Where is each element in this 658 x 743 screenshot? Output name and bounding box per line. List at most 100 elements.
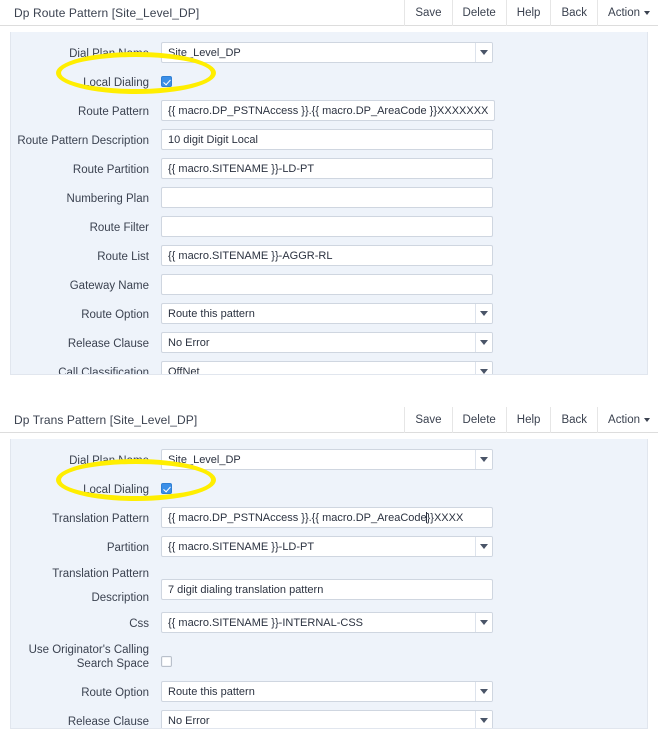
chevron-down-icon[interactable] bbox=[475, 613, 492, 632]
chevron-down-icon[interactable] bbox=[475, 537, 492, 556]
form-row-route-pattern: Route Pattern {{ macro.DP_PSTNAccess }}.… bbox=[11, 100, 647, 129]
form-row-numbering-plan: Numbering Plan bbox=[11, 187, 647, 216]
action-menu-label: Action bbox=[608, 7, 640, 19]
local-dialing-checkbox[interactable] bbox=[161, 76, 172, 87]
field-label: Dial Plan Name bbox=[11, 42, 161, 61]
field-value-after-cursor: }}XXXX bbox=[427, 512, 464, 524]
panel-actions: Save Delete Help Back Action bbox=[404, 0, 658, 26]
local-dialing-checkbox[interactable] bbox=[161, 483, 172, 494]
field-value: {{ macro.SITENAME }}-LD-PT bbox=[168, 163, 314, 175]
gateway-name-input[interactable] bbox=[161, 274, 493, 295]
field-label: Route Option bbox=[11, 303, 161, 322]
field-value: OffNet bbox=[168, 366, 200, 376]
field-label-line2: Description bbox=[11, 591, 149, 605]
chevron-down-icon[interactable] bbox=[475, 682, 492, 701]
field-label: Translation Pattern bbox=[11, 507, 161, 526]
field-value-before-cursor: {{ macro.DP_PSTNAccess }}.{{ macro.DP_Ar… bbox=[168, 512, 427, 524]
form-row-release-clause: Release Clause No Error bbox=[11, 332, 647, 361]
route-option-select[interactable]: Route this pattern bbox=[161, 303, 493, 324]
form-row-gateway-name: Gateway Name bbox=[11, 274, 647, 303]
back-button[interactable]: Back bbox=[550, 407, 597, 433]
form-row-release-clause: Release Clause No Error bbox=[11, 710, 647, 729]
save-button[interactable]: Save bbox=[404, 0, 451, 26]
partition-select[interactable]: {{ macro.SITENAME }}-LD-PT bbox=[161, 536, 493, 557]
panel-separator bbox=[0, 375, 658, 407]
panel-dp-route-pattern: Dp Route Pattern [Site_Level_DP] Save De… bbox=[0, 0, 658, 375]
field-value: No Error bbox=[168, 715, 210, 727]
chevron-down-icon[interactable] bbox=[475, 333, 492, 352]
field-value: Site_Level_DP bbox=[168, 454, 241, 466]
field-label: Local Dialing bbox=[11, 478, 161, 497]
field-label-line1: Translation Pattern bbox=[11, 567, 149, 581]
call-classification-select[interactable]: OffNet bbox=[161, 361, 493, 375]
help-button[interactable]: Help bbox=[506, 407, 551, 433]
release-clause-select[interactable]: No Error bbox=[161, 332, 493, 353]
field-label: Route Partition bbox=[11, 158, 161, 177]
route-option-select[interactable]: Route this pattern bbox=[161, 681, 493, 702]
chevron-down-icon[interactable] bbox=[475, 711, 492, 729]
chevron-down-icon[interactable] bbox=[475, 362, 492, 375]
form-row-translation-pattern-description: Translation Pattern Description 7 digit … bbox=[11, 565, 647, 612]
form-row-route-partition: Route Partition {{ macro.SITENAME }}-LD-… bbox=[11, 158, 647, 187]
chevron-down-icon[interactable] bbox=[475, 304, 492, 323]
form-row-route-option: Route Option Route this pattern bbox=[11, 303, 647, 332]
field-label: Route List bbox=[11, 245, 161, 264]
form-row-translation-pattern: Translation Pattern {{ macro.DP_PSTNAcce… bbox=[11, 507, 647, 536]
dial-plan-name-select[interactable]: Site_Level_DP bbox=[161, 42, 493, 63]
field-value: Route this pattern bbox=[168, 308, 255, 320]
field-label: Route Pattern Description bbox=[11, 129, 161, 148]
form-row-dial-plan-name: Dial Plan Name Site_Level_DP bbox=[11, 42, 647, 71]
form-row-route-list: Route List {{ macro.SITENAME }}-AGGR-RL bbox=[11, 245, 647, 274]
chevron-down-icon[interactable] bbox=[475, 43, 492, 62]
chevron-down-icon[interactable] bbox=[475, 450, 492, 469]
field-label: Release Clause bbox=[11, 332, 161, 351]
delete-button[interactable]: Delete bbox=[452, 407, 506, 433]
field-label: Translation Pattern Description bbox=[11, 565, 161, 605]
use-originators-calling-search-space-checkbox[interactable] bbox=[161, 656, 172, 667]
translation-pattern-input[interactable]: {{ macro.DP_PSTNAccess }}.{{ macro.DP_Ar… bbox=[161, 507, 493, 528]
route-pattern-input[interactable]: {{ macro.DP_PSTNAccess }}.{{ macro.DP_Ar… bbox=[161, 100, 495, 121]
route-pattern-description-input[interactable]: 10 digit Digit Local bbox=[161, 129, 493, 150]
help-button[interactable]: Help bbox=[506, 0, 551, 26]
panel-actions: Save Delete Help Back Action bbox=[404, 407, 658, 433]
field-label: Partition bbox=[11, 536, 161, 555]
field-value: Route this pattern bbox=[168, 686, 255, 698]
page-root: Dp Route Pattern [Site_Level_DP] Save De… bbox=[0, 0, 658, 743]
page-title: Dp Trans Pattern [Site_Level_DP] bbox=[14, 413, 197, 427]
field-value: Site_Level_DP bbox=[168, 47, 241, 59]
translation-pattern-description-input[interactable]: 7 digit dialing translation pattern bbox=[161, 579, 493, 600]
panel-header: Dp Trans Pattern [Site_Level_DP] Save De… bbox=[0, 407, 658, 433]
action-menu-button[interactable]: Action bbox=[597, 0, 658, 26]
field-label: Use Originator's Calling Search Space bbox=[11, 641, 161, 671]
form-row-call-classification: Call Classification OffNet bbox=[11, 361, 647, 375]
form-row-partition: Partition {{ macro.SITENAME }}-LD-PT bbox=[11, 536, 647, 565]
route-list-input[interactable]: {{ macro.SITENAME }}-AGGR-RL bbox=[161, 245, 493, 266]
page-title: Dp Route Pattern [Site_Level_DP] bbox=[14, 6, 199, 20]
numbering-plan-input[interactable] bbox=[161, 187, 493, 208]
route-partition-input[interactable]: {{ macro.SITENAME }}-LD-PT bbox=[161, 158, 493, 179]
field-label: Numbering Plan bbox=[11, 187, 161, 206]
action-menu-button[interactable]: Action bbox=[597, 407, 658, 433]
field-label: Local Dialing bbox=[11, 71, 161, 90]
field-label: Route Filter bbox=[11, 216, 161, 235]
form-row-local-dialing: Local Dialing bbox=[11, 478, 647, 507]
form-row-dial-plan-name: Dial Plan Name Site_Level_DP bbox=[11, 449, 647, 478]
field-value: No Error bbox=[168, 337, 210, 349]
form-row-local-dialing: Local Dialing bbox=[11, 71, 647, 100]
dial-plan-name-select[interactable]: Site_Level_DP bbox=[161, 449, 493, 470]
back-button[interactable]: Back bbox=[550, 0, 597, 26]
field-value: 10 digit Digit Local bbox=[168, 134, 258, 146]
delete-button[interactable]: Delete bbox=[452, 0, 506, 26]
panel-dp-trans-pattern: Dp Trans Pattern [Site_Level_DP] Save De… bbox=[0, 407, 658, 729]
field-value: 7 digit dialing translation pattern bbox=[168, 584, 323, 596]
field-value: {{ macro.SITENAME }}-AGGR-RL bbox=[168, 250, 332, 262]
save-button[interactable]: Save bbox=[404, 407, 451, 433]
action-menu-label: Action bbox=[608, 414, 640, 426]
caret-down-icon bbox=[644, 418, 650, 422]
panel-body: Dial Plan Name Site_Level_DP Local Diali… bbox=[10, 32, 648, 375]
panel-header: Dp Route Pattern [Site_Level_DP] Save De… bbox=[0, 0, 658, 26]
release-clause-select[interactable]: No Error bbox=[161, 710, 493, 729]
route-filter-input[interactable] bbox=[161, 216, 493, 237]
field-label-line1: Use Originator's Calling bbox=[11, 643, 149, 657]
css-select[interactable]: {{ macro.SITENAME }}-INTERNAL-CSS bbox=[161, 612, 493, 633]
